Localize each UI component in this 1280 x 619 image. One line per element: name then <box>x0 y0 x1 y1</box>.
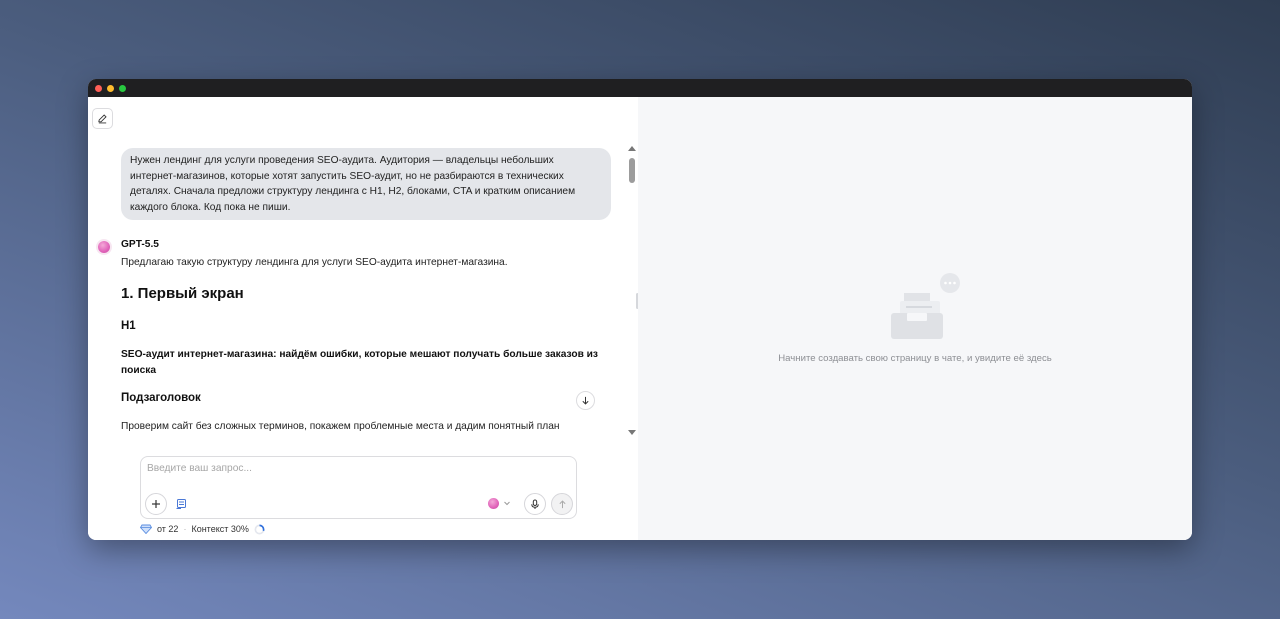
user-message: Нужен лендинг для услуги проведения SEO-… <box>121 148 611 221</box>
preview-panel: Начните создавать свою страницу в чате, … <box>638 97 1192 540</box>
close-window-button[interactable] <box>95 85 102 92</box>
usage-footer: от 22 · Контекст 30% <box>140 522 265 536</box>
footer-separator: · <box>183 524 187 534</box>
voice-input-button[interactable] <box>524 493 546 515</box>
chat-scrollbar[interactable] <box>627 143 637 441</box>
diamond-icon <box>140 524 152 534</box>
tools-icon[interactable] <box>175 498 187 510</box>
model-avatar-icon <box>98 241 110 253</box>
chat-panel: Нужен лендинг для услуги проведения SEO-… <box>88 97 638 540</box>
plus-icon <box>152 500 160 508</box>
microphone-icon <box>531 499 539 509</box>
scrollbar-thumb[interactable] <box>629 158 635 183</box>
assistant-model-name: GPT-5.5 <box>121 239 159 250</box>
assistant-intro-text: Предлагаю такую структуру лендинга для у… <box>121 257 508 268</box>
model-selector[interactable] <box>488 496 511 510</box>
h1-label: H1 <box>121 320 136 332</box>
model-avatar-icon <box>488 497 499 509</box>
h1-text: SEO-аудит интернет-магазина: найдём ошиб… <box>121 349 598 376</box>
minimize-window-button[interactable] <box>107 85 114 92</box>
subheading-text: Проверим сайт без сложных терминов, пока… <box>121 421 560 432</box>
scroll-to-bottom-button[interactable] <box>576 391 595 410</box>
credits-cost: от 22 <box>157 524 179 534</box>
message-composer <box>140 456 577 519</box>
subheading-label: Подзаголовок <box>121 392 201 404</box>
prompt-input[interactable] <box>147 460 567 476</box>
section-heading: 1. Первый экран <box>121 285 244 302</box>
empty-inbox-illustration <box>891 273 960 339</box>
arrow-down-icon <box>582 396 589 405</box>
maximize-window-button[interactable] <box>119 85 126 92</box>
app-window: Нужен лендинг для услуги проведения SEO-… <box>88 79 1192 540</box>
scroll-down-arrow-icon[interactable] <box>628 430 636 435</box>
send-button[interactable] <box>551 493 573 515</box>
new-chat-button[interactable] <box>92 108 113 129</box>
window-titlebar <box>88 79 1192 97</box>
context-progress-ring <box>254 524 265 534</box>
pencil-icon <box>98 114 107 124</box>
chevron-down-icon <box>504 501 510 506</box>
preview-empty-message: Начните создавать свою страницу в чате, … <box>778 353 1052 364</box>
add-attachment-button[interactable] <box>145 493 167 515</box>
arrow-up-icon <box>558 499 566 508</box>
chat-messages[interactable]: Нужен лендинг для услуги проведения SEO-… <box>88 143 626 441</box>
context-usage-label: Контекст 30% <box>191 524 249 534</box>
scroll-up-arrow-icon[interactable] <box>628 146 636 151</box>
